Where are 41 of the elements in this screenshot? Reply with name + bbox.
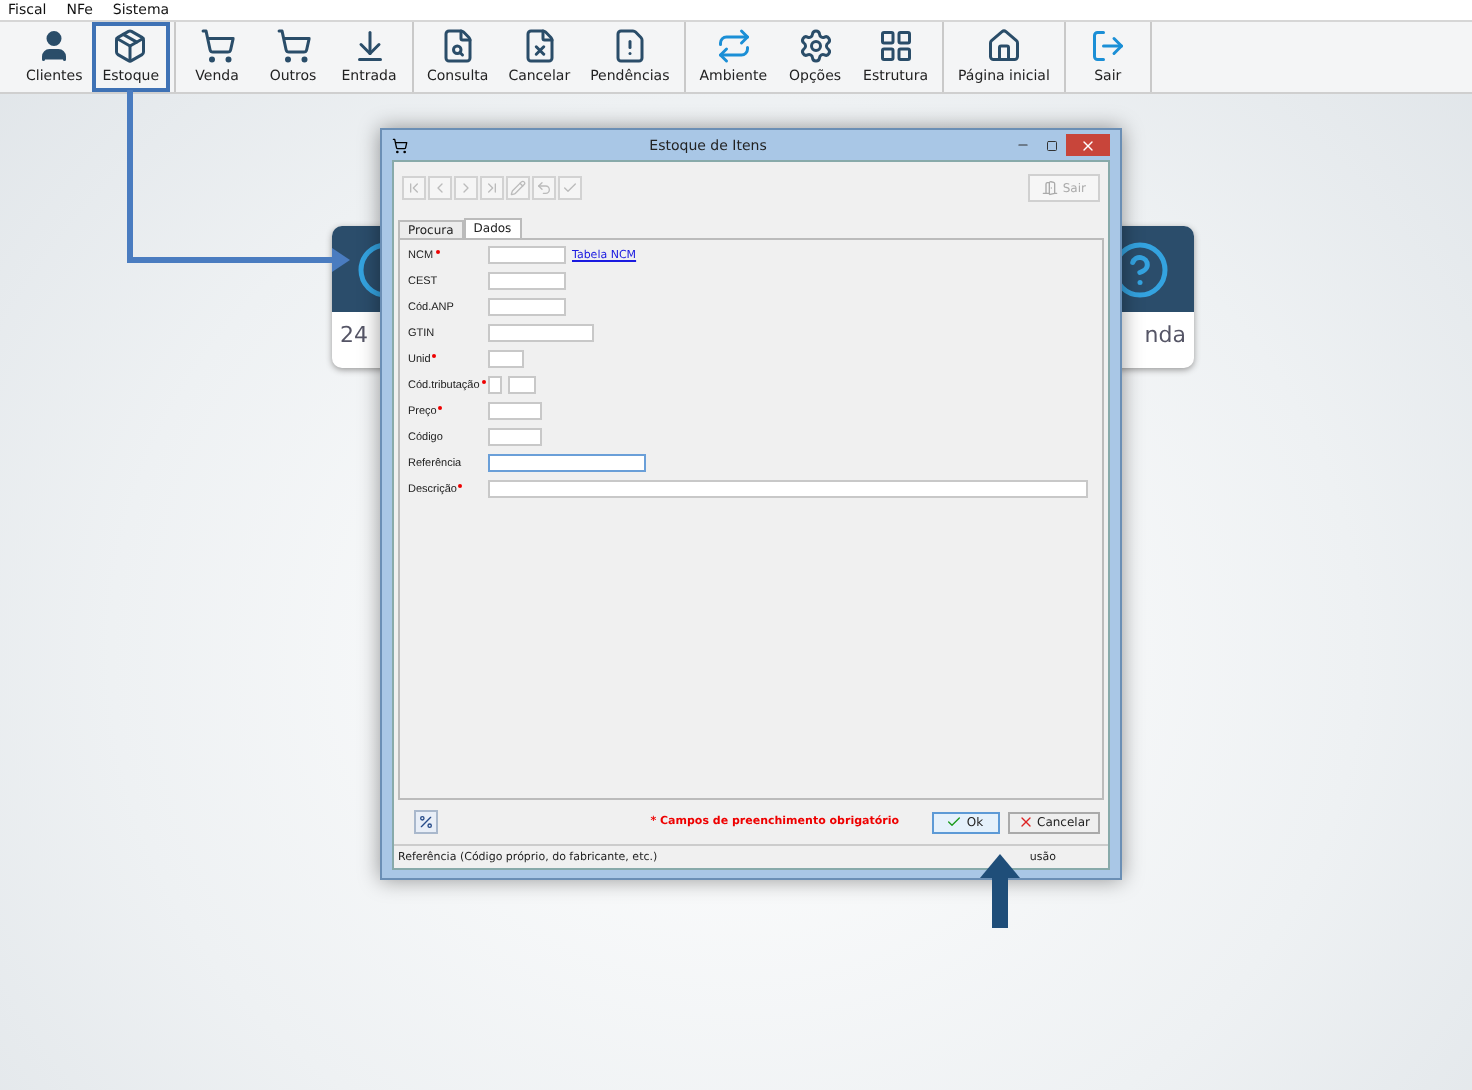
input-field[interactable]	[488, 454, 646, 472]
card-text: nda	[1142, 320, 1188, 352]
pencil-icon	[510, 180, 526, 196]
x-icon	[1017, 814, 1034, 830]
document-search-icon	[439, 28, 476, 64]
box-icon	[112, 28, 149, 64]
annotation-arrow	[980, 854, 1020, 928]
input-field[interactable]	[488, 298, 566, 316]
document-x-icon	[521, 28, 558, 64]
document-warning-icon	[611, 28, 648, 64]
card-text: 24	[338, 320, 370, 352]
cart-icon	[199, 28, 236, 64]
right-icon	[458, 180, 474, 196]
input-field[interactable]	[488, 272, 566, 290]
percent-button[interactable]	[414, 810, 438, 834]
check-icon	[562, 180, 578, 196]
input-field[interactable]	[488, 402, 542, 420]
check-icon	[946, 814, 963, 830]
settings-icon	[797, 28, 834, 64]
input-field[interactable]	[488, 246, 566, 264]
input-field[interactable]	[488, 376, 502, 394]
input-field[interactable]	[508, 376, 536, 394]
input-field[interactable]	[488, 428, 542, 446]
minimize-icon	[1016, 138, 1030, 152]
close-icon	[1080, 137, 1096, 153]
last-icon	[484, 180, 500, 196]
grid-icon	[877, 28, 914, 64]
cart-icon	[392, 137, 408, 153]
percent-icon	[418, 814, 434, 830]
maximize-icon	[1045, 139, 1057, 151]
door-icon	[1042, 180, 1059, 196]
input-field[interactable]	[488, 324, 594, 342]
exit-icon	[1089, 28, 1126, 64]
undo-icon	[536, 180, 552, 196]
input-field[interactable]	[488, 480, 1088, 498]
repeat-icon	[715, 28, 752, 64]
home-icon	[985, 28, 1022, 64]
input-field[interactable]	[488, 350, 524, 368]
left-icon	[432, 180, 448, 196]
cart-icon	[275, 28, 312, 64]
first-icon	[406, 180, 422, 196]
